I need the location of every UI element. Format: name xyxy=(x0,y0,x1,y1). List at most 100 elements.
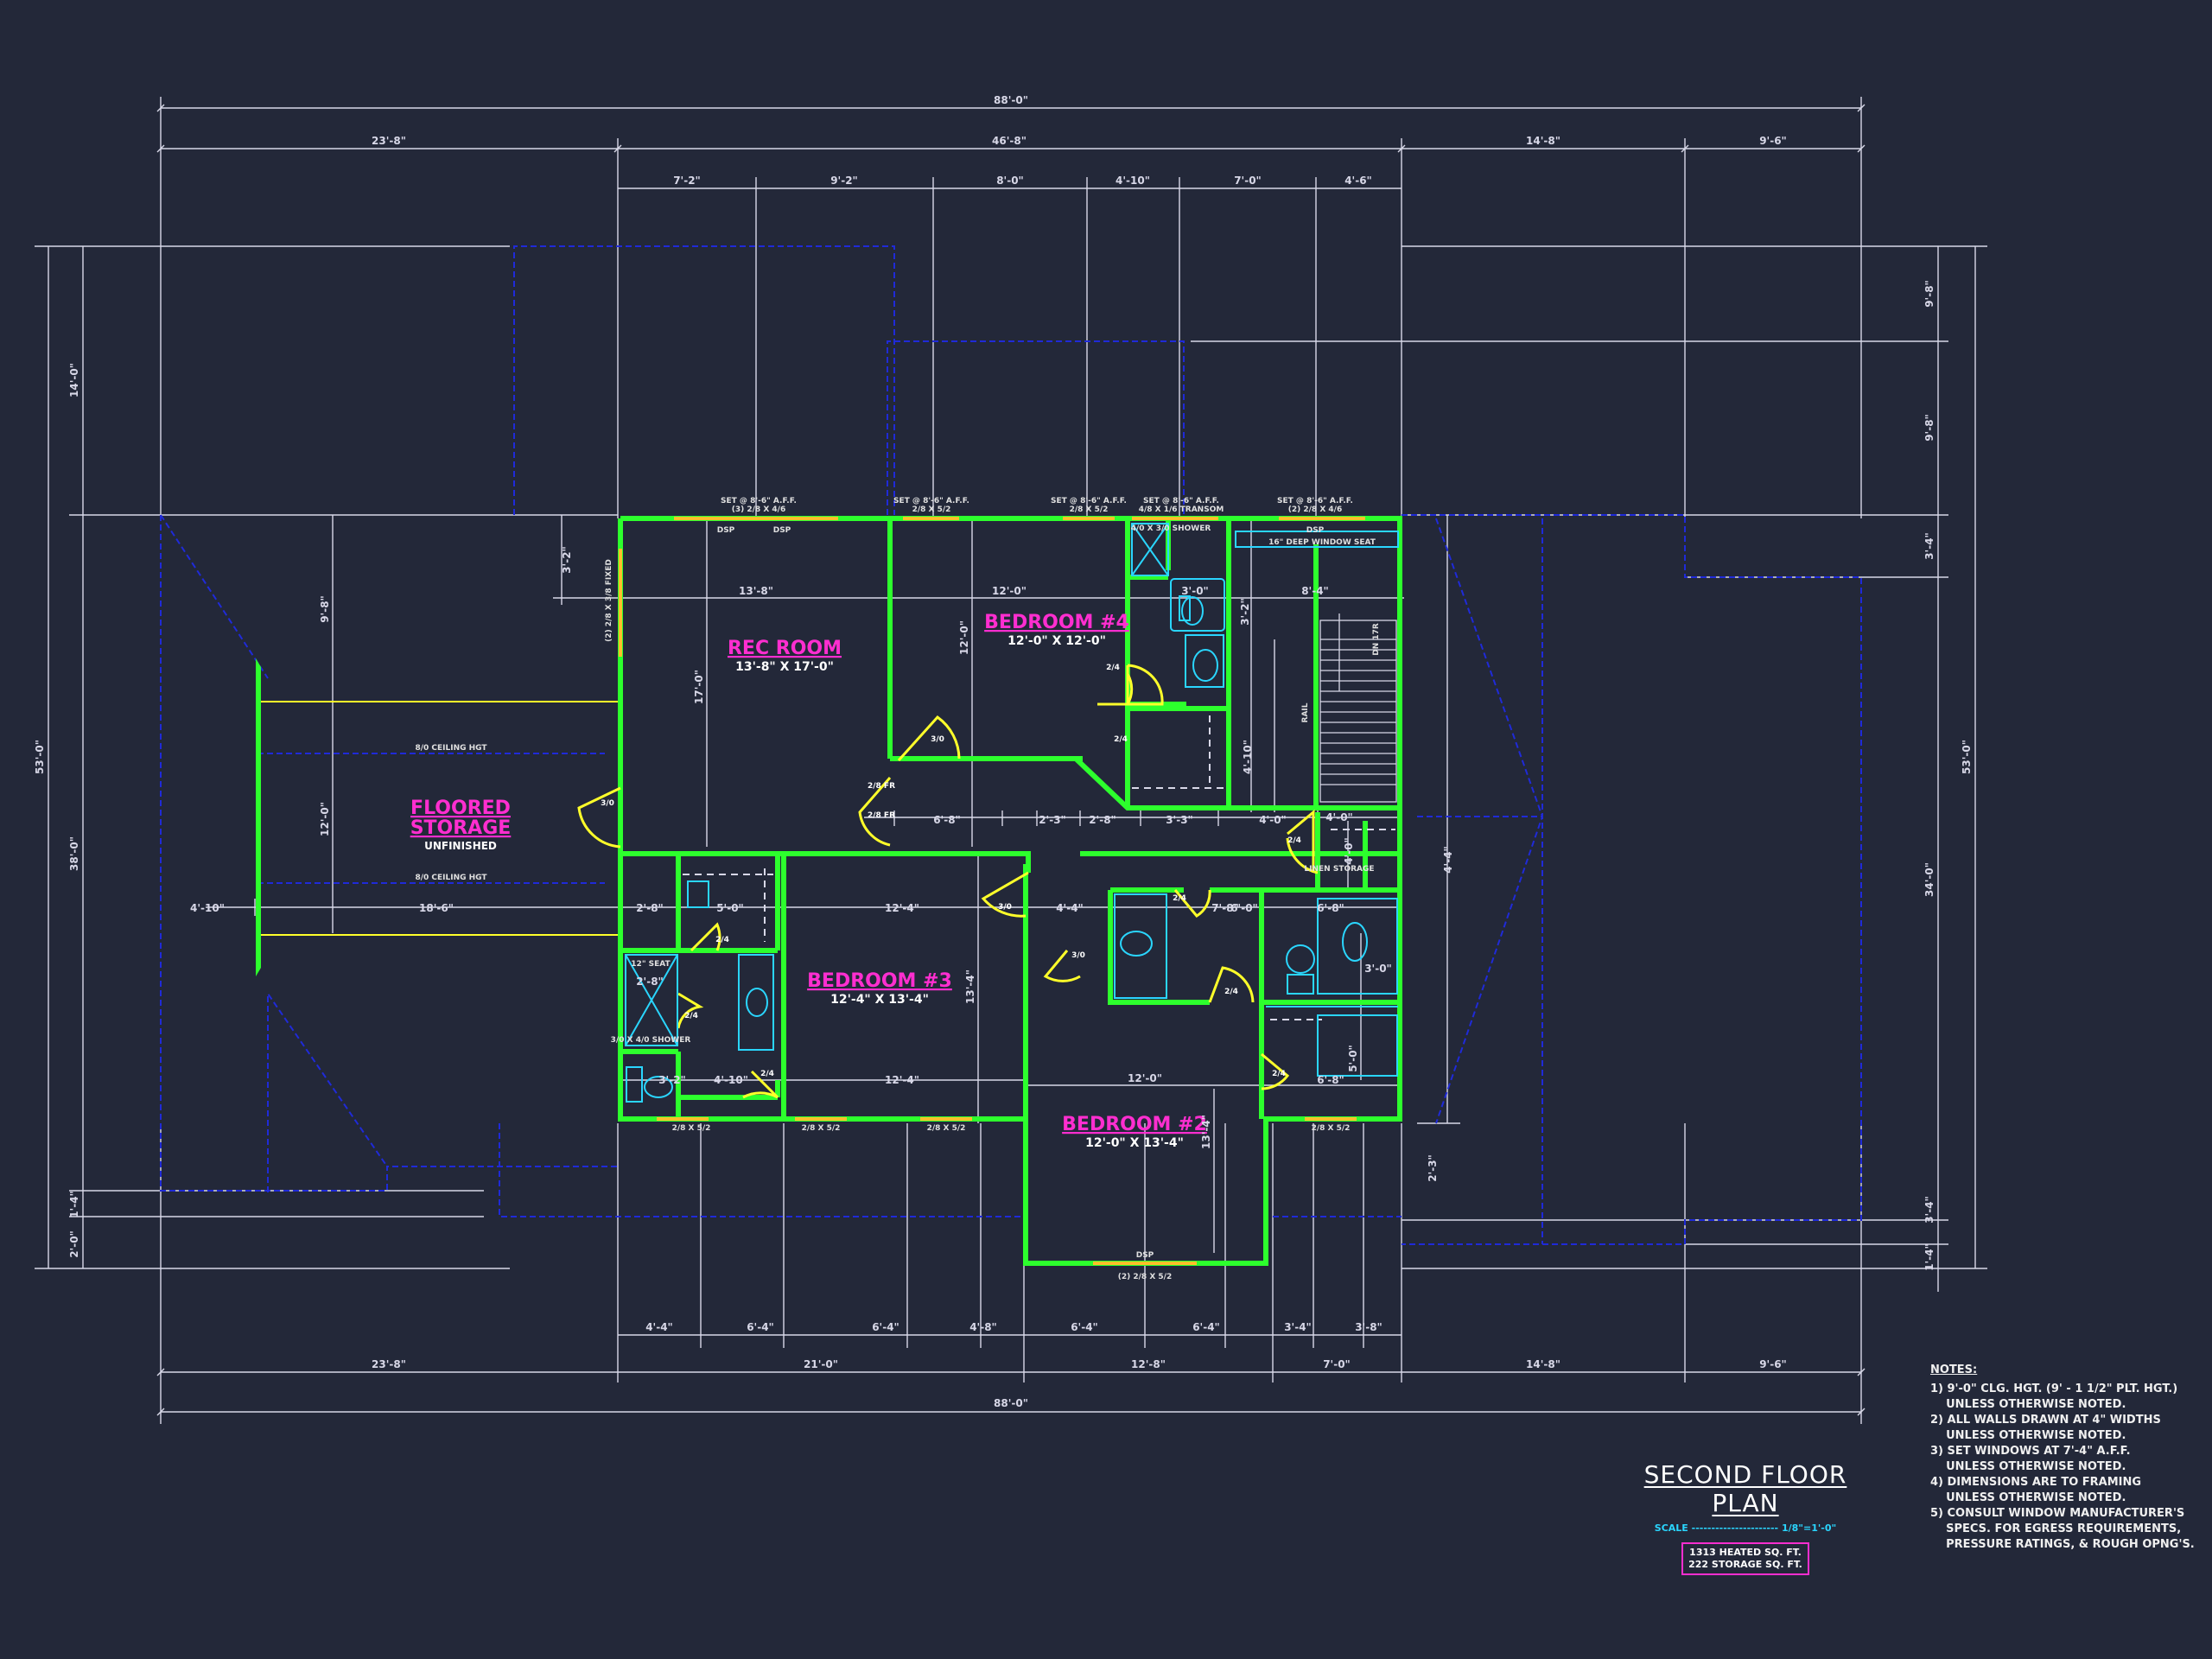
dim-right-inner-b: 2'-3" xyxy=(1427,1154,1439,1182)
storage-subtitle: UNFINISHED xyxy=(424,840,497,852)
dim-bottomsub-2: 6'-4" xyxy=(747,1321,774,1333)
dim-right-3: 3'-4" xyxy=(1923,532,1936,560)
dim-left-3: 1'-4" xyxy=(68,1191,80,1218)
door-lbl-storage: 3/0 xyxy=(601,799,614,808)
storage-dim-w1: 4'-10" xyxy=(190,902,225,914)
bot-win-1: 2/8 X 5/2 xyxy=(672,1124,711,1133)
door-lbl-closet4: 2/4 xyxy=(1114,735,1128,744)
bot-win-4: 2/8 X 5/2 xyxy=(1312,1124,1351,1133)
win-c-sub: 2/8 X 5/2 xyxy=(1070,505,1109,514)
dim-misc-c: 2'-8" xyxy=(1089,814,1116,826)
dim-bath4-h: 3'-2" xyxy=(1239,598,1251,626)
dim-misc-m: 6'-0" xyxy=(1230,902,1258,914)
door-lbl-bath3: 2/4 xyxy=(715,936,729,944)
dim-top-1: 23'-8" xyxy=(372,135,406,147)
win-d-sub: 4/8 X 1/6 TRANSOM xyxy=(1139,505,1224,514)
drawing-scale: SCALE ‐‐‐‐‐‐‐‐‐‐‐‐‐‐‐‐‐‐‐‐‐‐ 1/8"=1'-0" xyxy=(1607,1522,1884,1534)
win-b-sub: 2/8 X 5/2 xyxy=(912,505,951,514)
drawing-title: SECOND FLOOR PLAN xyxy=(1643,1460,1847,1517)
rec-dim-w: 13'-8" xyxy=(739,585,773,597)
bedroom2-size: 12'-0" X 13'-4" xyxy=(1085,1136,1184,1150)
dim-misc-i2: 2'-8" xyxy=(636,976,664,988)
general-notes: NOTES: 1) 9'-0" CLG. HGT. (9' - 1 1/2" P… xyxy=(1930,1363,2207,1553)
rec-room-size: 13'-8" X 17'-0" xyxy=(735,660,834,674)
dim-bottomsub-5: 6'-4" xyxy=(1071,1321,1098,1333)
door-lbl-linen: 2/4 xyxy=(1287,836,1301,845)
dim-bottomsub-7: 3'-4" xyxy=(1284,1321,1312,1333)
shower2-note: 3/0 X 4/0 SHOWER xyxy=(611,1036,691,1045)
dim-bottom-5: 14'-8" xyxy=(1526,1358,1560,1370)
win-e-sub: (2) 2/8 X 4/6 xyxy=(1288,505,1342,514)
bedroom4-title: BEDROOM #4 xyxy=(984,612,1129,633)
win-c-note: SET @ 8'-6" A.F.F. xyxy=(1051,497,1127,505)
door-lbl-fr2: 2/8 FR xyxy=(868,811,895,820)
dim-misc-n2: 3'-0" xyxy=(1364,963,1392,975)
dim-top-2: 46'-8" xyxy=(992,135,1027,147)
dim-bottomsub-6: 6'-4" xyxy=(1192,1321,1220,1333)
door-lbl-bed2: 3/0 xyxy=(1071,951,1085,960)
stair-note: DN 17R xyxy=(1372,623,1381,656)
door-lbl-fr1: 2/8 FR xyxy=(868,782,895,791)
rec-dim-h: 17'-0" xyxy=(693,670,705,704)
door-lbl-bed4: 3/0 xyxy=(931,735,944,744)
dim-topsub-3: 8'-0" xyxy=(996,175,1024,187)
door-lbl-bed2-closet: 2/4 xyxy=(1272,1070,1286,1078)
dim-misc-b: 2'-3" xyxy=(1039,814,1066,826)
storage-sqft: 222 STORAGE SQ. FT. xyxy=(1688,1559,1802,1570)
win-a-sub: (3) 2/8 X 4/6 xyxy=(732,505,785,514)
storage-kneewall xyxy=(256,658,261,976)
dim-left-overall: 53'-0" xyxy=(34,740,46,774)
bed2-dim-h: 13'-4" xyxy=(1200,1115,1212,1149)
bed3-dim-w-top: 12'-4" xyxy=(885,902,919,914)
win-e-note: SET @ 8'-6" A.F.F. xyxy=(1277,497,1353,505)
dim-hall-h: 4'-10" xyxy=(1242,740,1254,774)
dim-misc-l: 3'-2" xyxy=(658,1074,686,1086)
bedroom2-title: BEDROOM #2 xyxy=(1062,1114,1207,1135)
storage-dim-h1: 9'-8" xyxy=(319,595,331,623)
bot-win-2: 2/8 X 5/2 xyxy=(802,1124,841,1133)
scale-value: 1/8"=1'-0" xyxy=(1781,1522,1837,1534)
note-line: UNLESS OTHERWISE NOTED. xyxy=(1930,1491,2126,1504)
dim-bottomsub-8: 3'-8" xyxy=(1355,1321,1382,1333)
bot-win-3: 2/8 X 5/2 xyxy=(927,1124,966,1133)
door-lbl-bath-a: 2/4 xyxy=(1173,894,1186,903)
dim-bottomsub-1: 4'-4" xyxy=(645,1321,673,1333)
stair-dim-w: 8'-4" xyxy=(1301,585,1329,597)
dim-right-6: 1'-4" xyxy=(1923,1243,1936,1271)
dim-top-3: 14'-8" xyxy=(1526,135,1560,147)
plumbing-fixtures xyxy=(625,523,1399,1103)
dim-topsub-6: 4'-6" xyxy=(1344,175,1372,187)
stair xyxy=(1319,613,1397,803)
storage-title-2: STORAGE xyxy=(410,817,512,839)
dim-misc-n: 3'-0" xyxy=(1181,585,1209,597)
storage-ceiling-2: 8/0 CEILING HGT xyxy=(415,874,487,882)
linen-note: LINEN STORAGE xyxy=(1304,865,1374,874)
dim-bottom-3: 12'-8" xyxy=(1131,1358,1166,1370)
scale-label: SCALE xyxy=(1654,1522,1688,1534)
dim-misc-i: 2'-8" xyxy=(636,902,664,914)
storage-ceiling-1: 8/0 CEILING HGT xyxy=(415,744,487,753)
storage-dim-w2: 18'-6" xyxy=(419,902,454,914)
note-line: PRESSURE RATINGS, & ROUGH OPNG'S. xyxy=(1930,1538,2195,1551)
dim-topsub-2: 9'-2" xyxy=(830,175,858,187)
bed4-dim-h: 12'-0" xyxy=(958,620,970,655)
dsp-1: DSP xyxy=(717,526,735,535)
dsp-4: DSP xyxy=(1136,1251,1154,1260)
storage-title-1: FLOORED xyxy=(410,798,511,819)
note-line: 5) CONSULT WINDOW MANUFACTURER'S xyxy=(1930,1507,2185,1520)
dim-bottom-1: 23'-8" xyxy=(372,1358,406,1370)
bed3-dim-h: 13'-4" xyxy=(964,969,976,1004)
dim-topsub-5: 7'-0" xyxy=(1234,175,1262,187)
door-lbl-closet3: 2/4 xyxy=(760,1070,774,1078)
scale-leader: ‐‐‐‐‐‐‐‐‐‐‐‐‐‐‐‐‐‐‐‐‐‐ xyxy=(1691,1522,1779,1534)
dsp-3: DSP xyxy=(1306,526,1325,535)
note-line: UNLESS OTHERWISE NOTED. xyxy=(1930,1398,2126,1411)
dim-bottom-2: 21'-0" xyxy=(804,1358,838,1370)
win-a-note: SET @ 8'-6" A.F.F. xyxy=(721,497,797,505)
dim-linen-h: 4'-0" xyxy=(1343,837,1355,865)
dim-misc-e2: 4'-0" xyxy=(1325,811,1353,823)
dim-bottom-6: 9'-6" xyxy=(1759,1358,1787,1370)
dim-left-1: 14'-0" xyxy=(68,363,80,397)
window-seat-note: 16" DEEP WINDOW SEAT xyxy=(1268,538,1376,547)
note-line: SPECS. FOR EGRESS REQUIREMENTS, xyxy=(1930,1522,2182,1535)
